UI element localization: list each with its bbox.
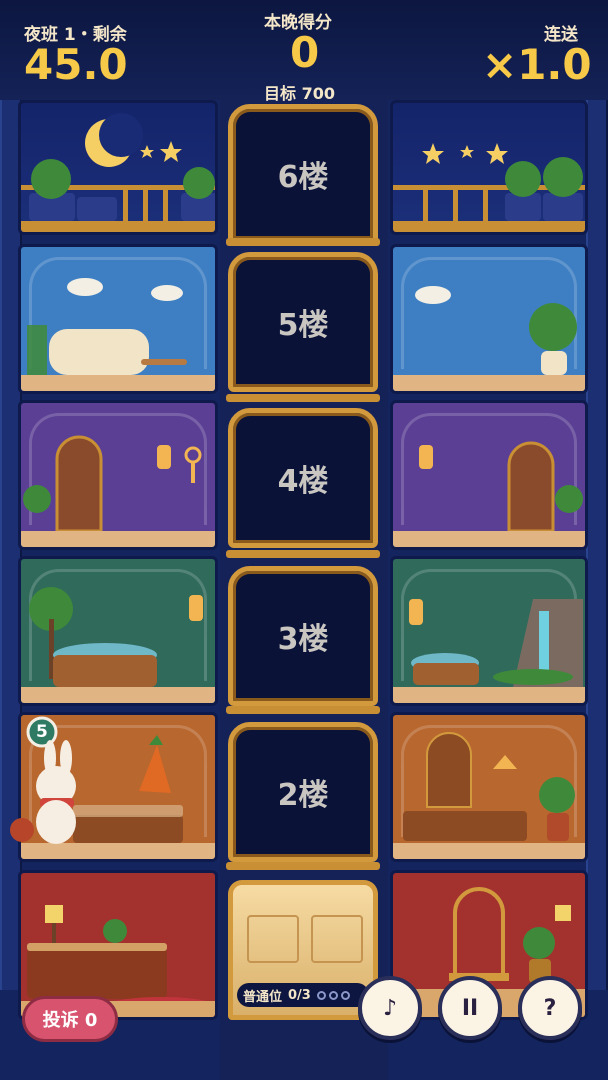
floor-6-door[interactable]: 6楼 bbox=[228, 104, 378, 244]
music-button[interactable]: ♪ bbox=[358, 976, 422, 1040]
capacity-slot bbox=[328, 990, 338, 1000]
right-pillar bbox=[586, 60, 608, 990]
floor-3-door[interactable]: 3楼 bbox=[228, 566, 378, 706]
floor-4-label: 4楼 bbox=[277, 464, 329, 499]
capacity-value: 0/3 bbox=[288, 987, 311, 1003]
capacity-dots bbox=[316, 990, 350, 1000]
music-icon: ♪ bbox=[382, 995, 398, 1021]
floor-4-door[interactable]: 4楼 bbox=[228, 408, 378, 548]
capacity-slot bbox=[316, 990, 326, 1000]
room-5-left bbox=[18, 244, 218, 394]
help-icon: ? bbox=[543, 995, 557, 1021]
floor-6-label: 6楼 bbox=[277, 160, 329, 195]
time-remaining: 45.0 bbox=[24, 40, 128, 89]
floor-5-label: 5楼 bbox=[277, 308, 329, 343]
hud-bar: 夜班 1・剩余 45.0 本晚得分 0 目标 700 连送 ×1.0 bbox=[0, 0, 608, 103]
pause-icon: II bbox=[461, 995, 479, 1021]
capacity-label: 普通位 bbox=[243, 989, 283, 1005]
door-icon bbox=[21, 435, 215, 547]
floor-2-door[interactable]: 2楼 bbox=[228, 722, 378, 862]
room-3-right bbox=[390, 556, 588, 706]
sofa-icon bbox=[21, 278, 215, 391]
counter-icon bbox=[393, 732, 585, 859]
target-score: 目标 700 bbox=[264, 84, 335, 103]
floor-5-door[interactable]: 5楼 bbox=[228, 252, 378, 392]
score-value: 0 bbox=[290, 28, 320, 77]
room-4-right bbox=[390, 400, 588, 550]
star-icon bbox=[393, 143, 585, 232]
plant-icon bbox=[393, 286, 585, 391]
combo-multiplier: ×1.0 bbox=[482, 40, 592, 89]
floor-3-label: 3楼 bbox=[277, 622, 329, 657]
lamp-icon bbox=[393, 441, 585, 547]
elevator-capacity: 普通位 0/3 bbox=[237, 983, 369, 1007]
capacity-slot bbox=[340, 990, 350, 1000]
elevator-car[interactable]: 普通位 0/3 bbox=[228, 880, 378, 1020]
room-2-right bbox=[390, 712, 588, 862]
help-button[interactable]: ? bbox=[518, 976, 582, 1040]
hot-tub-icon bbox=[21, 587, 215, 703]
rabbit-guest[interactable] bbox=[8, 710, 98, 850]
pause-button[interactable]: II bbox=[438, 976, 502, 1040]
guest-wait-number: 5 bbox=[36, 722, 48, 742]
floor-2-label: 2楼 bbox=[277, 778, 329, 813]
waterfall-icon bbox=[393, 599, 585, 703]
moon-icon bbox=[21, 113, 215, 232]
complaint-counter[interactable]: 投诉 0 bbox=[22, 996, 118, 1042]
room-6-right bbox=[390, 100, 588, 235]
room-4-left bbox=[18, 400, 218, 550]
room-5-right bbox=[390, 244, 588, 394]
room-3-left bbox=[18, 556, 218, 706]
room-6-left bbox=[18, 100, 218, 235]
